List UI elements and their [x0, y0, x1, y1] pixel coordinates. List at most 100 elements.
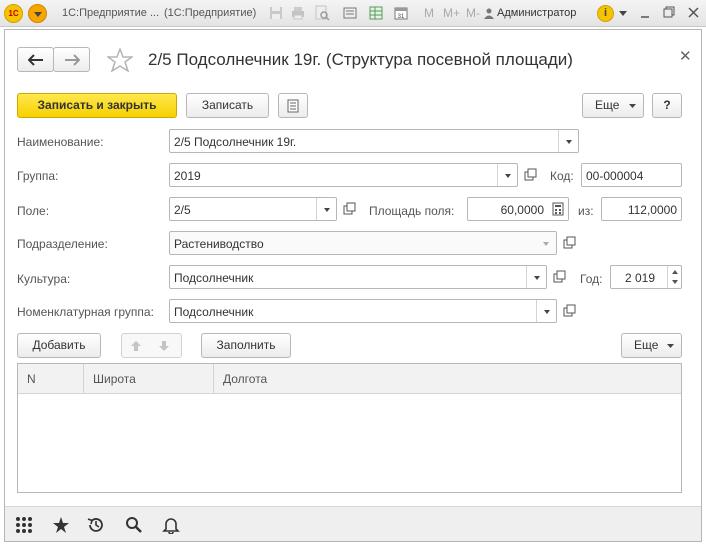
- name-field[interactable]: 2/5 Подсолнечник 19г.: [169, 129, 579, 153]
- table-more-button[interactable]: Еще: [621, 333, 682, 358]
- preview-icon[interactable]: [314, 5, 330, 21]
- of-value: 112,0000: [627, 203, 677, 217]
- group-field[interactable]: 2019: [169, 163, 518, 187]
- division-field[interactable]: Растениводство: [169, 231, 557, 255]
- back-button[interactable]: [17, 47, 54, 72]
- crop-field[interactable]: Подсолнечник: [169, 265, 547, 289]
- year-value: 2 019: [625, 271, 656, 285]
- save-icon[interactable]: [268, 5, 284, 21]
- field-field[interactable]: 2/5: [169, 197, 337, 221]
- bell-icon[interactable]: [162, 516, 180, 534]
- crop-dropdown-button[interactable]: [526, 266, 546, 288]
- division-dropdown-button[interactable]: [536, 232, 556, 254]
- more-actions-label: Еще: [595, 98, 620, 112]
- move-buttons-group: [121, 333, 182, 358]
- code-label: Код:: [550, 169, 574, 183]
- division-open-icon[interactable]: [559, 233, 579, 253]
- table-more-label: Еще: [634, 338, 659, 352]
- report-list-icon: [287, 99, 299, 113]
- add-row-button[interactable]: Добавить: [17, 333, 101, 358]
- nomenclature-label: Номенклатурная группа:: [17, 305, 154, 319]
- memory-m-button[interactable]: M: [424, 6, 434, 20]
- arrow-left-icon: [28, 54, 43, 66]
- chevron-down-icon: [629, 104, 636, 108]
- group-value: 2019: [174, 169, 201, 183]
- name-label: Наименование:: [17, 135, 104, 149]
- apps-grid-icon[interactable]: [15, 516, 33, 534]
- help-button[interactable]: ?: [652, 93, 682, 118]
- close-window-icon[interactable]: [686, 5, 702, 21]
- of-field[interactable]: 112,0000: [601, 197, 682, 221]
- area-field[interactable]: 60,0000: [467, 197, 569, 221]
- column-header-n[interactable]: N: [18, 364, 84, 394]
- close-icon[interactable]: ✕: [679, 47, 692, 65]
- app-subtitle: (1С:Предприятие): [164, 7, 257, 19]
- field-open-icon[interactable]: [339, 199, 359, 219]
- crop-label: Культура:: [17, 272, 71, 286]
- memory-plus-button[interactable]: M+: [443, 6, 460, 20]
- area-value: 60,0000: [500, 203, 544, 217]
- spreadsheet-icon[interactable]: [368, 5, 384, 21]
- nomenclature-dropdown-button[interactable]: [536, 300, 556, 322]
- bottom-panel: [5, 506, 701, 541]
- arrow-up-icon[interactable]: [129, 339, 143, 353]
- group-open-icon[interactable]: [520, 165, 540, 185]
- field-value: 2/5: [174, 203, 191, 217]
- print-icon[interactable]: [290, 5, 306, 21]
- column-header-latitude[interactable]: Широта: [84, 364, 214, 394]
- save-and-close-button[interactable]: Записать и закрыть: [17, 93, 177, 118]
- report-button[interactable]: [278, 93, 308, 118]
- nomenclature-field[interactable]: Подсолнечник: [169, 299, 557, 323]
- field-label: Поле:: [17, 204, 50, 218]
- name-dropdown-button[interactable]: [558, 130, 578, 152]
- favorites-star-icon[interactable]: [52, 516, 70, 534]
- column-header-longitude[interactable]: Долгота: [214, 364, 681, 394]
- page-title: 2/5 Подсолнечник 19г. (Структура посевно…: [148, 50, 573, 69]
- coordinates-table[interactable]: N Широта Долгота: [17, 363, 682, 493]
- chevron-down-icon[interactable]: [618, 10, 628, 18]
- main-menu-icon[interactable]: [28, 4, 47, 23]
- division-value: Растениводство: [174, 237, 264, 251]
- calendar-icon[interactable]: 31: [393, 5, 409, 21]
- name-value: 2/5 Подсолнечник 19г.: [174, 135, 297, 149]
- save-button[interactable]: Записать: [186, 93, 269, 118]
- arrow-right-icon: [65, 54, 80, 66]
- chevron-down-icon: [667, 344, 674, 348]
- 1c-logo-icon[interactable]: 1С: [4, 4, 23, 23]
- window-titlebar: 1С 1С:Предприятие ... (1С:Предприятие) 3…: [0, 0, 706, 27]
- fill-button[interactable]: Заполнить: [201, 333, 291, 358]
- history-icon[interactable]: [87, 516, 105, 534]
- more-actions-button[interactable]: Еще: [582, 93, 644, 118]
- stepper-up-icon[interactable]: [672, 270, 678, 274]
- crop-open-icon[interactable]: [549, 267, 569, 287]
- arrow-down-icon[interactable]: [157, 339, 171, 353]
- stepper-down-icon[interactable]: [672, 280, 678, 284]
- search-icon[interactable]: [125, 516, 143, 534]
- memory-minus-button[interactable]: M-: [466, 6, 480, 20]
- minimize-icon[interactable]: [638, 5, 654, 21]
- group-dropdown-button[interactable]: [497, 164, 517, 186]
- year-field[interactable]: 2 019: [610, 265, 682, 289]
- user-name[interactable]: Администратор: [497, 7, 576, 19]
- code-field[interactable]: 00-000004: [581, 163, 682, 187]
- field-dropdown-button[interactable]: [316, 198, 336, 220]
- info-icon[interactable]: i: [597, 5, 614, 22]
- app-title: 1С:Предприятие ...: [62, 7, 160, 19]
- year-stepper[interactable]: [667, 266, 681, 288]
- nomenclature-value: Подсолнечник: [174, 305, 254, 319]
- star-favorite-icon[interactable]: [107, 48, 133, 72]
- svg-text:31: 31: [398, 14, 405, 20]
- crop-value: Подсолнечник: [174, 271, 254, 285]
- nomenclature-open-icon[interactable]: [559, 301, 579, 321]
- division-label: Подразделение:: [17, 237, 108, 251]
- year-label: Год:: [580, 272, 603, 286]
- calculator-icon[interactable]: [551, 202, 565, 216]
- group-label: Группа:: [17, 169, 59, 183]
- forward-button[interactable]: [53, 47, 90, 72]
- area-label: Площадь поля:: [369, 204, 455, 218]
- of-label: из:: [578, 204, 594, 218]
- table-header: N Широта Долгота: [18, 364, 681, 394]
- restore-icon[interactable]: [661, 5, 677, 21]
- code-value: 00-000004: [586, 169, 644, 183]
- document-icon[interactable]: [342, 5, 358, 21]
